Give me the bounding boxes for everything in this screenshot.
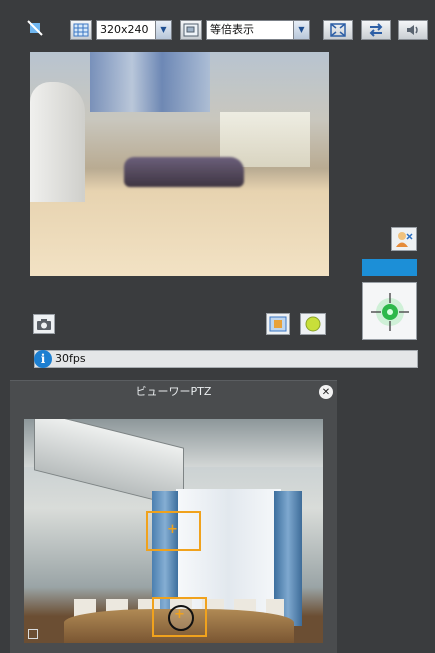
video-content [90, 52, 210, 112]
display-mode-value: 等倍表示 [210, 23, 254, 36]
viewer-app: 320x240 ▼ 等倍表示 ▼ i 30fps ビューワーPTZ ✕ + + [0, 0, 435, 653]
snapshot-camera-icon[interactable] [33, 314, 55, 334]
target-icon [371, 293, 409, 331]
top-toolbar: 320x240 ▼ 等倍表示 ▼ [0, 0, 435, 40]
resolution-grid-icon[interactable] [70, 20, 92, 40]
plus-icon: + [174, 607, 185, 622]
level-bar [362, 259, 417, 276]
camera-off-icon[interactable] [27, 18, 43, 38]
plus-icon: + [167, 522, 178, 537]
display-mode-select[interactable]: 等倍表示 ▼ [206, 20, 310, 40]
video-content [124, 157, 244, 187]
fps-text: 30fps [55, 352, 86, 365]
chevron-down-icon: ▼ [293, 21, 309, 39]
info-icon: i [34, 350, 52, 368]
ptz-overview-image[interactable]: + + [24, 419, 323, 643]
person-icon[interactable] [391, 227, 417, 251]
ptz-panel: ビューワーPTZ ✕ + + [10, 380, 337, 653]
camera-video-feed[interactable] [30, 52, 329, 276]
resolution-value: 320x240 [100, 23, 149, 36]
ptz-title: ビューワーPTZ [135, 385, 212, 398]
resolution-select[interactable]: 320x240 ▼ [96, 20, 172, 40]
corner-icon [28, 629, 38, 639]
pan-target-button[interactable] [362, 282, 417, 340]
close-icon[interactable]: ✕ [319, 385, 333, 399]
speaker-icon[interactable] [398, 20, 428, 40]
video-content [30, 82, 85, 202]
expand-icon[interactable] [323, 20, 353, 40]
status-bar: 30fps [34, 350, 418, 368]
chevron-down-icon: ▼ [155, 21, 171, 39]
fit-view-icon[interactable] [266, 313, 290, 335]
zoom-view-icon[interactable] [180, 20, 202, 40]
swap-arrows-icon[interactable] [361, 20, 391, 40]
record-icon[interactable] [300, 313, 326, 335]
